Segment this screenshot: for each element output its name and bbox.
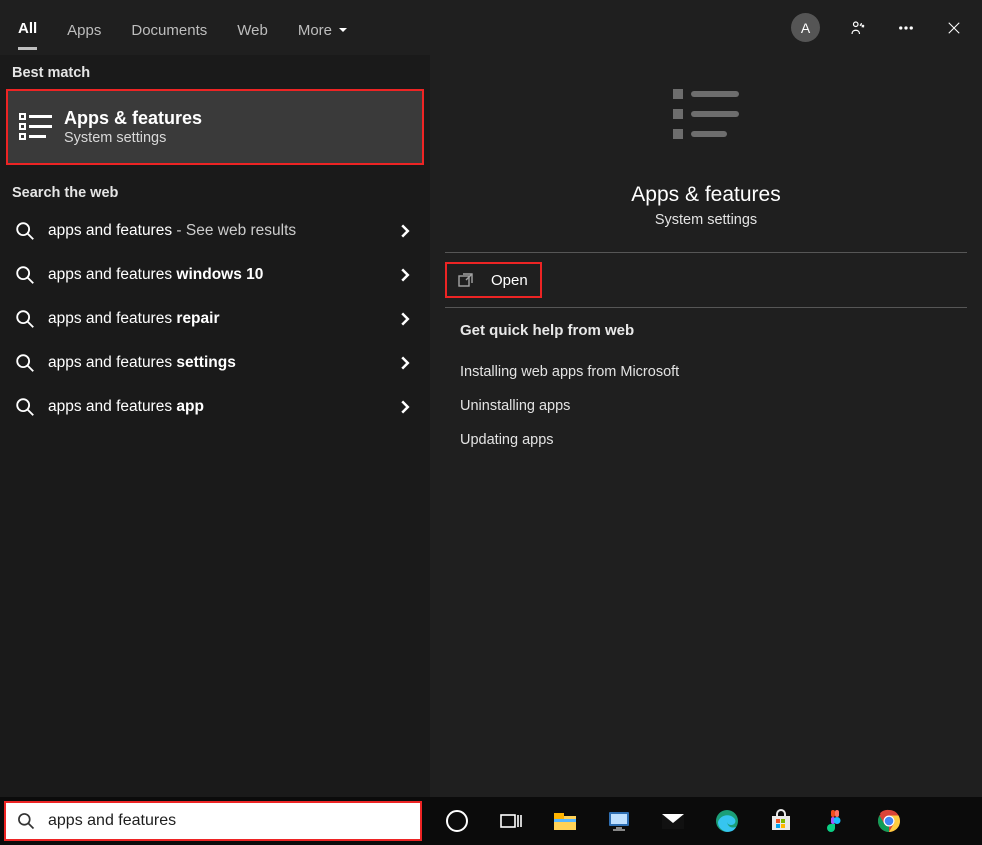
microsoft-store-icon[interactable]: [766, 806, 796, 836]
chevron-right-icon: [398, 268, 412, 282]
tab-documents[interactable]: Documents: [131, 7, 207, 49]
web-result-text: apps and features repair: [48, 310, 398, 328]
feedback-icon[interactable]: [848, 18, 868, 38]
apps-features-large-icon: [663, 83, 749, 159]
preview-hero: Apps & features System settings: [430, 55, 982, 252]
chevron-right-icon: [398, 312, 412, 326]
tab-more[interactable]: More: [298, 7, 348, 49]
monitor-app-icon[interactable]: [604, 806, 634, 836]
quick-help-section: Get quick help from web Installing web a…: [430, 308, 982, 457]
web-result[interactable]: apps and features settings: [0, 341, 430, 385]
apps-features-icon: [12, 103, 60, 151]
search-icon: [16, 811, 36, 831]
best-match-heading: Best match: [0, 55, 430, 89]
task-view-icon[interactable]: [496, 806, 526, 836]
web-result-text: apps and features settings: [48, 354, 398, 372]
web-results-list: apps and features - See web results apps…: [0, 209, 430, 429]
tab-all[interactable]: All: [18, 5, 37, 50]
web-result[interactable]: apps and features app: [0, 385, 430, 429]
best-match-subtitle: System settings: [64, 130, 202, 146]
search-icon: [14, 264, 36, 286]
cortana-icon[interactable]: [442, 806, 472, 836]
chevron-right-icon: [398, 356, 412, 370]
open-icon: [457, 271, 475, 289]
filter-tabs: All Apps Documents Web More: [18, 5, 348, 50]
chevron-right-icon: [398, 400, 412, 414]
quick-help-link[interactable]: Updating apps: [460, 423, 967, 457]
search-bar-container: [4, 801, 422, 841]
body: Best match Apps & features System settin…: [0, 55, 982, 845]
open-button[interactable]: Open: [445, 262, 542, 298]
open-label: Open: [491, 272, 528, 289]
avatar-initial: A: [801, 20, 810, 36]
quick-help-link[interactable]: Uninstalling apps: [460, 389, 967, 423]
more-options-icon[interactable]: [896, 18, 916, 38]
tab-web[interactable]: Web: [237, 7, 268, 49]
chevron-down-icon: [338, 25, 348, 35]
mail-icon[interactable]: [658, 806, 688, 836]
user-avatar[interactable]: A: [791, 13, 820, 42]
results-pane: Best match Apps & features System settin…: [0, 55, 430, 845]
preview-subtitle: System settings: [655, 212, 757, 228]
tab-apps[interactable]: Apps: [67, 7, 101, 49]
best-match-text: Apps & features System settings: [64, 108, 202, 146]
figma-icon[interactable]: [820, 806, 850, 836]
search-web-heading: Search the web: [0, 165, 430, 209]
web-result[interactable]: apps and features - See web results: [0, 209, 430, 253]
search-input[interactable]: [46, 811, 410, 831]
header: All Apps Documents Web More A: [0, 0, 982, 55]
tab-more-label: More: [298, 22, 332, 39]
chevron-right-icon: [398, 224, 412, 238]
file-explorer-icon[interactable]: [550, 806, 580, 836]
search-window: All Apps Documents Web More A Best mat: [0, 0, 982, 845]
web-result-text: apps and features - See web results: [48, 222, 398, 240]
best-match-title: Apps & features: [64, 108, 202, 129]
quick-help-link[interactable]: Installing web apps from Microsoft: [460, 355, 967, 389]
web-result-text: apps and features app: [48, 398, 398, 416]
search-icon: [14, 220, 36, 242]
chrome-icon[interactable]: [874, 806, 904, 836]
edge-icon[interactable]: [712, 806, 742, 836]
search-icon: [14, 396, 36, 418]
search-bar[interactable]: [4, 801, 422, 841]
search-icon: [14, 352, 36, 374]
close-icon[interactable]: [944, 18, 964, 38]
preview-pane: Apps & features System settings Open Get…: [430, 55, 982, 845]
web-result-text: apps and features windows 10: [48, 266, 398, 284]
search-icon: [14, 308, 36, 330]
web-result[interactable]: apps and features repair: [0, 297, 430, 341]
preview-title: Apps & features: [631, 183, 780, 207]
best-match-result[interactable]: Apps & features System settings: [6, 89, 424, 165]
header-actions: A: [791, 13, 964, 42]
quick-help-heading: Get quick help from web: [460, 322, 967, 339]
web-result[interactable]: apps and features windows 10: [0, 253, 430, 297]
